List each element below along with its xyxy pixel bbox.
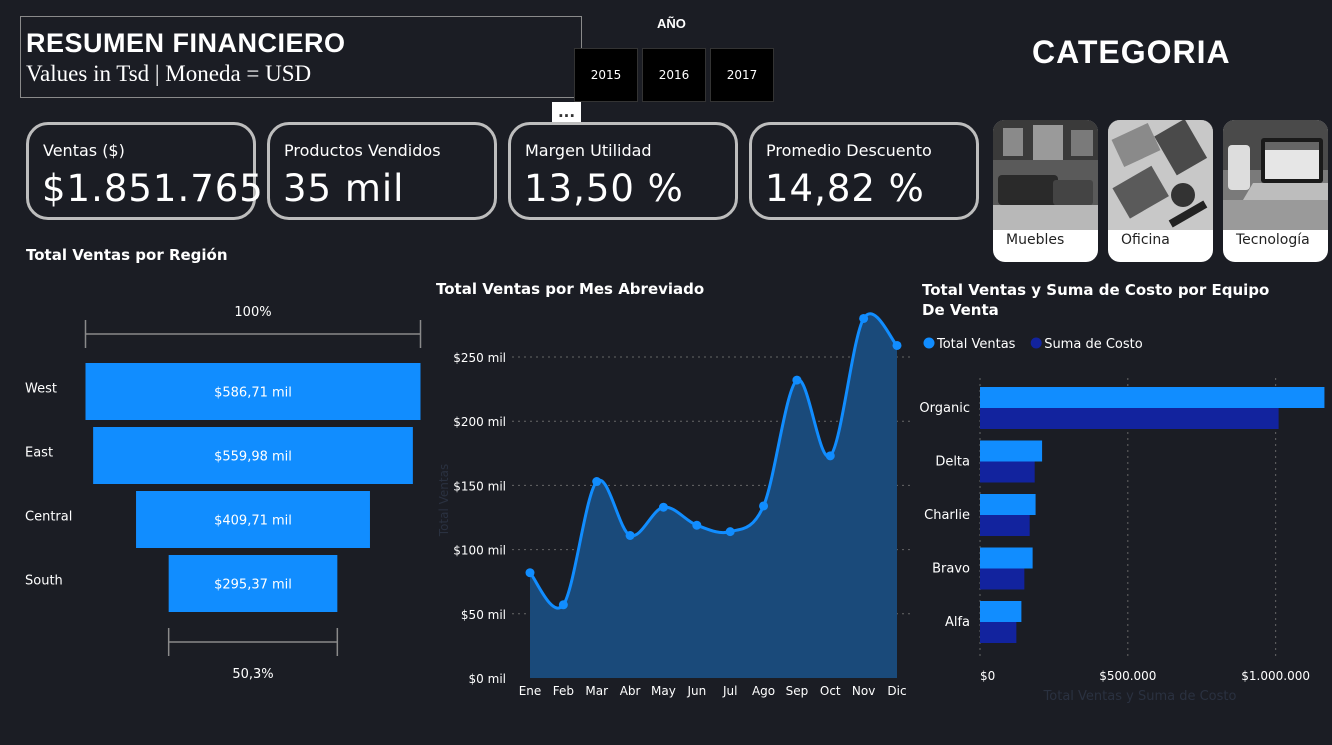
area-xtick-label: Mar [585, 684, 608, 698]
bar-category-label: Organic [919, 401, 970, 416]
area-xtick-label: Sep [786, 684, 809, 698]
area-xtick-label: Abr [620, 684, 641, 698]
page-title: RESUMEN FINANCIERO [26, 28, 346, 58]
bar-organic-costo [980, 408, 1279, 429]
area-point-oct [825, 451, 835, 461]
area-xtick-label: Jun [686, 684, 706, 698]
kpi-card-ventas: Ventas ($) $1.851.765 [26, 122, 263, 220]
bar-xlabel: Total Ventas y Suma de Costo [1043, 689, 1237, 704]
area-ytick-label: $250 mil [453, 351, 506, 365]
bar-delta-ventas [980, 440, 1043, 462]
funnel-chart: 100% $586,71 mil West $559,98 mil East $409,7… [25, 305, 422, 682]
category-title: CATEGORIA [1032, 34, 1231, 70]
legend-marker-1 [1030, 337, 1042, 349]
kpi-label: Margen Utilidad [525, 141, 652, 160]
funnel-category-label: South [25, 574, 63, 589]
area-xtick-label: Feb [553, 684, 574, 698]
funnel-category-label: East [25, 446, 53, 461]
year-button-2015[interactable]: 2015 [574, 48, 638, 102]
kpi-card-descuento: Promedio Descuento 14,82 % [749, 122, 979, 220]
category-card-muebles[interactable]: Muebles [993, 120, 1098, 262]
bar-charlie-ventas [980, 494, 1036, 515]
bar-xtick-label: $1.000.000 [1241, 669, 1310, 683]
area-point-sep [792, 375, 802, 385]
kpi-value: $1.851.765 [42, 167, 264, 210]
bar-chart: Total Ventas Suma de Costo $0 $500.000 $1.00… [919, 337, 1325, 704]
area-ytick-label: $150 mil [453, 479, 506, 493]
year-button-2016[interactable]: 2016 [642, 48, 706, 102]
category-label-oficina: Oficina [1121, 232, 1170, 248]
area-chart-title: Total Ventas por Mes Abreviado [436, 280, 705, 298]
category-label-tecnologia: Tecnología [1236, 232, 1310, 248]
area-xtick-label: Ene [519, 684, 542, 698]
area-ytick-label: $0 mil [469, 672, 506, 686]
bar-chart-title: Total Ventas y Suma de Costo por Equipo … [922, 281, 1270, 319]
bar-charlie-costo [980, 515, 1030, 536]
funnel-category-label: West [25, 382, 57, 397]
area-point-dic [892, 340, 902, 350]
area-point-jun [692, 520, 702, 530]
category-card-oficina[interactable]: Oficina [1108, 120, 1213, 262]
bar-category-label: Alfa [945, 615, 970, 630]
bar-alfa-costo [980, 622, 1017, 643]
kpi-value: 14,82 % [765, 167, 925, 210]
kpi-label: Productos Vendidos [284, 141, 441, 160]
legend-marker-0 [923, 337, 935, 349]
area-xtick-label: Ago [752, 684, 775, 698]
bar-xtick-label: $500.000 [1099, 669, 1156, 683]
funnel-category-label: Central [25, 510, 72, 525]
kpi-value: 35 mil [283, 167, 405, 210]
year-filter-label: AÑO [657, 16, 686, 31]
legend-label: Total Ventas [936, 337, 1016, 352]
area-ytick-label: $50 mil [461, 608, 506, 622]
area-point-jul [725, 527, 735, 537]
kpi-value: 13,50 % [524, 167, 684, 210]
year-button-2017[interactable]: 2017 [710, 48, 774, 102]
area-xtick-label: May [651, 684, 676, 698]
area-ylabel: Total Ventas [437, 464, 451, 537]
area-point-nov [859, 313, 869, 323]
category-label-muebles: Muebles [1006, 232, 1065, 248]
area-ytick-label: $100 mil [453, 544, 506, 558]
bar-alfa-ventas [980, 601, 1022, 622]
kpi-card-productos: Productos Vendidos 35 mil [267, 122, 497, 220]
bar-xtick-label: $0 [980, 669, 995, 683]
area-xtick-label: Nov [852, 684, 875, 698]
area-point-feb [558, 600, 568, 610]
area-xtick-label: Jul [722, 684, 737, 698]
area-xtick-label: Oct [820, 684, 841, 698]
funnel-chart-title: Total Ventas por Región [26, 246, 228, 264]
area-point-ene [525, 568, 535, 578]
bar-bravo-costo [980, 568, 1025, 590]
area-point-mar [592, 477, 602, 487]
category-card-tecnologia[interactable]: Tecnología [1223, 120, 1328, 262]
funnel-bottom-percent: 50,3% [232, 667, 273, 682]
funnel-bar-label: $586,71 mil [214, 386, 292, 401]
funnel-top-percent: 100% [234, 305, 271, 320]
kpi-label: Ventas ($) [43, 141, 125, 160]
area-point-may [658, 502, 668, 512]
legend-label: Suma de Costo [1044, 337, 1143, 352]
office-supplies-photo-icon [1108, 120, 1213, 230]
funnel-bar-label: $295,37 mil [214, 578, 292, 593]
laptop-photo-icon [1223, 120, 1328, 230]
area-chart: $0 mil $50 mil $100 mil $150 mil $200 mil $25… [437, 312, 910, 698]
bar-category-label: Bravo [932, 562, 970, 577]
area-point-ago [759, 501, 769, 511]
funnel-bar-label: $559,98 mil [214, 450, 292, 465]
bar-organic-ventas [980, 387, 1325, 408]
bar-category-label: Charlie [924, 508, 970, 523]
bar-delta-costo [980, 461, 1035, 483]
page-subtitle: Values in Tsd | Moneda = USD [26, 61, 312, 86]
area-point-abr [625, 530, 635, 540]
kpi-label: Promedio Descuento [766, 141, 932, 160]
bar-category-label: Delta [935, 455, 970, 470]
area-fill [530, 313, 897, 678]
kpi-card-margen: Margen Utilidad 13,50 % [508, 122, 738, 220]
bar-bravo-ventas [980, 547, 1033, 569]
area-xtick-label: Dic [887, 684, 906, 698]
furniture-photo-icon [993, 120, 1098, 230]
funnel-bar-label: $409,71 mil [214, 514, 292, 529]
area-ytick-label: $200 mil [453, 415, 506, 429]
